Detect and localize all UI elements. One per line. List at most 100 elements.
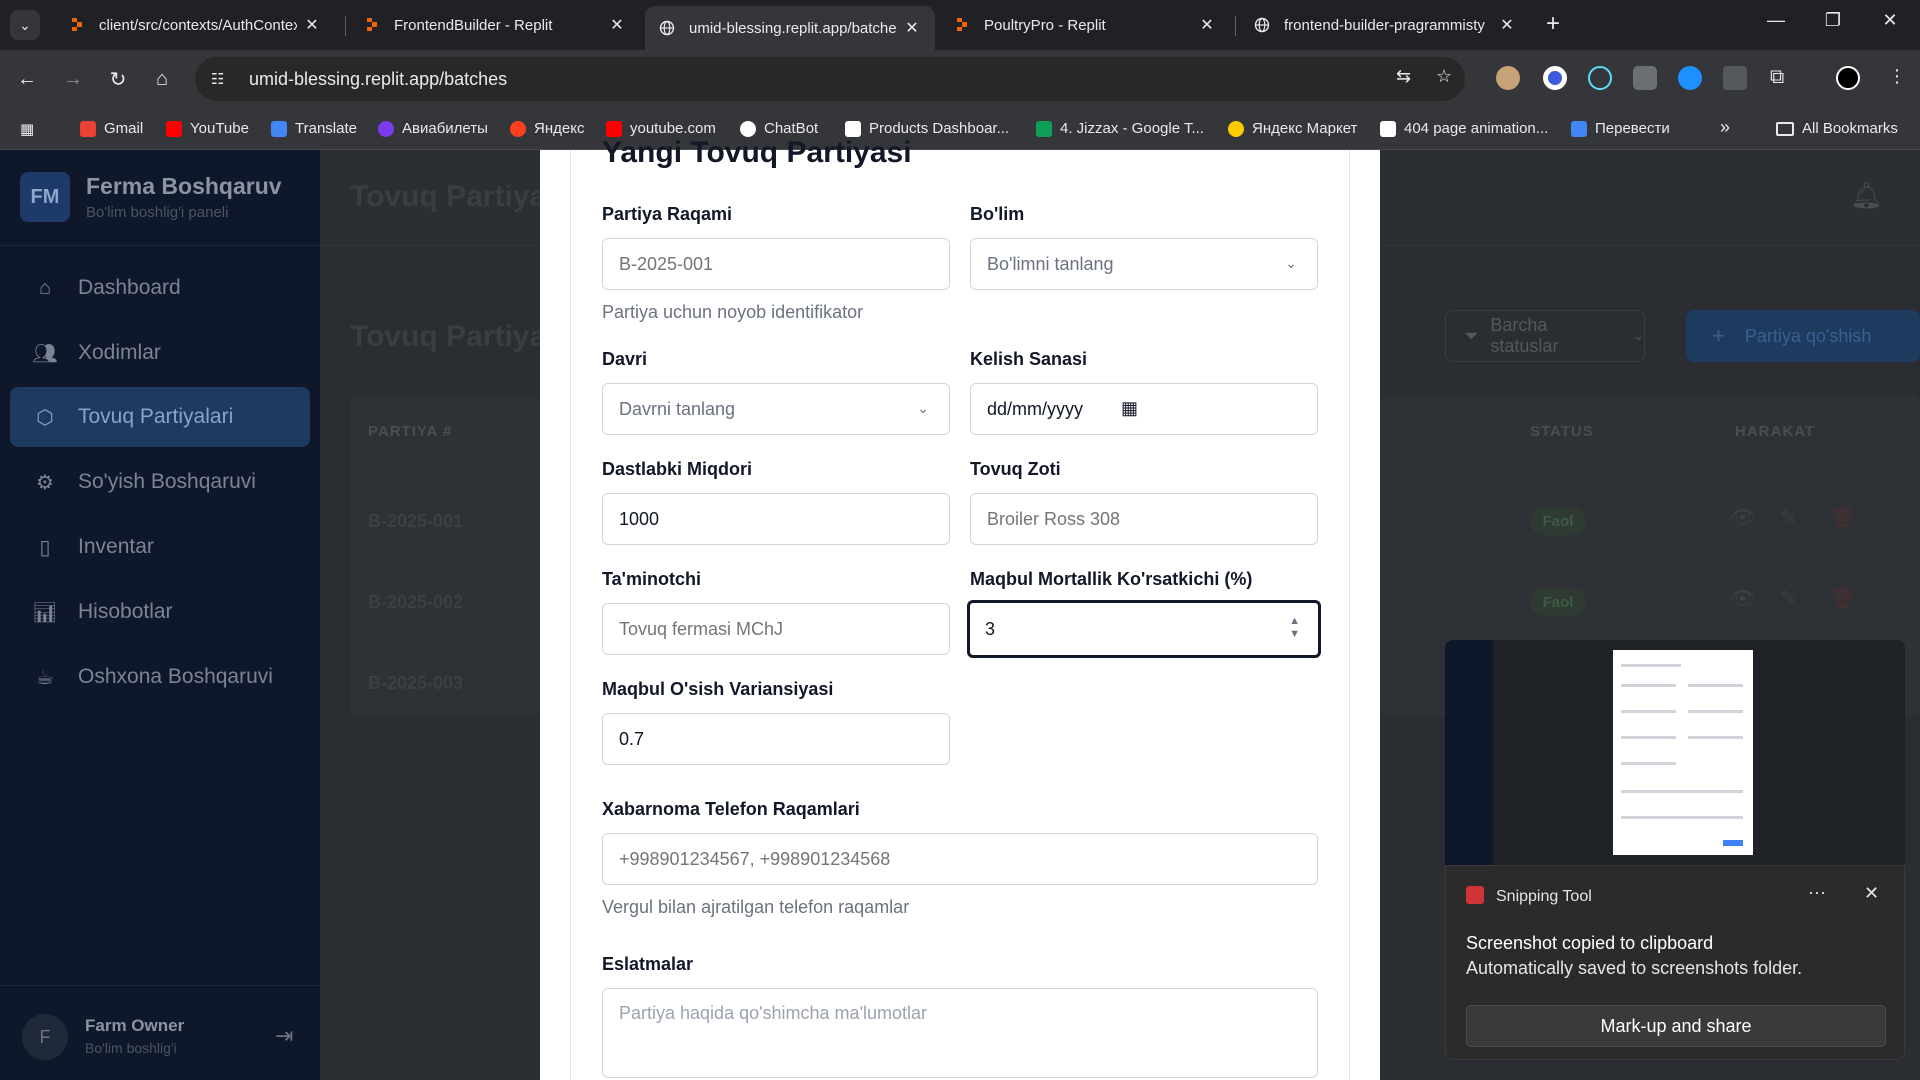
sidebar-item-label: Hisobotlar <box>78 600 173 623</box>
globe-icon <box>659 20 675 36</box>
react-devtools-icon[interactable] <box>1588 66 1612 90</box>
close-tab-icon[interactable]: ✕ <box>608 15 626 35</box>
folder-icon <box>1776 121 1794 136</box>
phones-input[interactable] <box>602 833 1318 885</box>
bookmark-aviabilety[interactable]: Авиабилеты <box>378 120 488 137</box>
more-bookmarks-icon[interactable]: » <box>1720 117 1730 138</box>
notification-heading: Screenshot copied to clipboard <box>1466 933 1714 953</box>
sidebar-item-hisobotlar[interactable]: 📊︎ Hisobotlar <box>10 582 310 642</box>
apps-grid-icon[interactable]: ▦ <box>20 120 34 138</box>
sidebar-item-xodimlar[interactable]: 👥︎ Xodimlar <box>10 323 310 383</box>
notification-app-name: Snipping Tool <box>1496 888 1592 905</box>
forward-icon[interactable]: → <box>58 64 88 94</box>
sidebar-item-tovuq-partiyalari[interactable]: ⬡ Tovuq Partiyalari <box>10 387 310 447</box>
extensions-puzzle-icon[interactable]: ⧉ <box>1770 66 1784 89</box>
bookmark-yandex-market[interactable]: Яндекс Маркет <box>1228 120 1357 137</box>
pencil-icon[interactable]: ✎ <box>1780 505 1797 530</box>
browser-tab-3-active[interactable]: umid-blessing.replit.app/batche ✕ <box>645 6 935 50</box>
breed-input[interactable] <box>970 493 1318 545</box>
bookmark-yandex[interactable]: Яндекс <box>510 120 584 137</box>
markup-share-button[interactable]: Mark-up and share <box>1466 1005 1886 1047</box>
period-select[interactable]: Davrni tanlang ⌄ <box>602 383 950 435</box>
star-icon[interactable]: ☆ <box>1436 66 1452 87</box>
chevron-down-icon: ⌄ <box>19 16 31 33</box>
home-icon: ⌂ <box>38 276 52 299</box>
calendar-icon[interactable]: ▦ <box>1121 398 1138 419</box>
sidebar-item-dashboard[interactable]: ⌂ Dashboard <box>10 258 310 318</box>
notes-textarea[interactable]: Partiya haqida qo'shimcha ma'lumotlar <box>602 988 1318 1078</box>
site-info-icon[interactable]: ☷ <box>211 70 231 88</box>
bookmark-404-animation[interactable]: 404 page animation... <box>1380 120 1548 137</box>
close-tab-icon[interactable]: ✕ <box>1198 15 1216 35</box>
new-tab-button[interactable]: + <box>1546 10 1560 38</box>
browser-tab-1[interactable]: client/src/contexts/AuthContext ✕ <box>55 8 335 42</box>
sidebar-item-label: Dashboard <box>78 276 181 299</box>
section-label: Bo'lim <box>970 204 1025 224</box>
status-filter-select[interactable]: ⏷ Barcha statuslar ⌄ <box>1445 310 1645 362</box>
batch-number-input[interactable] <box>602 238 950 290</box>
close-tab-icon[interactable]: ✕ <box>903 18 921 38</box>
period-label: Davri <box>602 349 648 369</box>
close-tab-icon[interactable]: ✕ <box>1498 15 1516 35</box>
close-window-icon[interactable]: ✕ <box>1870 10 1910 31</box>
sidebar-item-soyish[interactable]: ⚙ So'yish Boshqaruvi <box>10 452 310 512</box>
supplier-input[interactable] <box>602 603 950 655</box>
extension-blue-icon[interactable] <box>1678 66 1702 90</box>
bookmark-products-dashboard[interactable]: Products Dashboar... <box>845 120 1009 137</box>
bookmark-label: Яндекс Маркет <box>1252 120 1358 137</box>
home-icon[interactable]: ⌂ <box>147 64 177 94</box>
bookmark-jizzax[interactable]: 4. Jizzax - Google T... <box>1036 120 1204 137</box>
browser-tab-5[interactable]: frontend-builder-pragrammisty ✕ <box>1240 8 1530 42</box>
thumbnail-line <box>1621 710 1676 713</box>
bar-chart-icon: 📊︎ <box>32 601 58 624</box>
thumbnail-line <box>1621 762 1676 765</box>
restore-icon[interactable]: ❐ <box>1813 10 1853 31</box>
section-select[interactable]: Bo'limni tanlang ⌄ <box>970 238 1318 290</box>
eye-icon[interactable]: 👁︎ <box>1730 586 1755 611</box>
browser-tab-4[interactable]: PoultryPro - Replit ✕ <box>940 8 1230 42</box>
close-tab-icon[interactable]: ✕ <box>303 15 321 35</box>
mortality-input[interactable]: 3 ▲ ▼ <box>967 600 1321 658</box>
bookmark-perevesti[interactable]: Перевести <box>1571 120 1670 137</box>
extension-record-icon[interactable] <box>1543 66 1567 90</box>
bookmark-label: ChatBot <box>764 120 819 137</box>
eye-icon[interactable]: 👁︎ <box>1730 505 1755 530</box>
trash-icon[interactable]: 🗑︎ <box>1830 586 1855 611</box>
growth-variance-input[interactable]: 0.7 <box>602 713 950 765</box>
minimize-icon[interactable]: — <box>1756 10 1796 31</box>
profile-avatar-icon[interactable] <box>1836 66 1860 90</box>
batch-number-label: Partiya Raqami <box>602 204 733 224</box>
translate-icon[interactable]: ⇆ <box>1396 66 1411 87</box>
all-bookmarks[interactable]: All Bookmarks <box>1776 120 1898 137</box>
extension-avatar-icon[interactable] <box>1496 66 1520 90</box>
menu-kebab-icon[interactable]: ⋮ <box>1888 66 1906 87</box>
sidebar-item-oshxona[interactable]: ☕︎ Oshxona Boshqaruvi <box>10 647 310 707</box>
address-bar[interactable]: ☷ umid-blessing.replit.app/batches <box>195 57 1465 101</box>
snipping-tool-icon <box>1466 886 1484 904</box>
extension-print-icon[interactable] <box>1723 66 1747 90</box>
more-options-icon[interactable]: ··· <box>1808 882 1826 903</box>
logout-icon[interactable]: ⇥ <box>275 1023 293 1049</box>
screenshot-thumbnail[interactable] <box>1445 640 1905 865</box>
thumbnail-line <box>1621 816 1743 819</box>
back-icon[interactable]: ← <box>12 64 42 94</box>
bell-icon[interactable]: 🔔︎ <box>1850 180 1883 211</box>
bookmark-translate[interactable]: Translate <box>271 120 357 137</box>
reload-icon[interactable]: ↻ <box>103 64 133 94</box>
sidebar-item-inventar[interactable]: ▯ Inventar <box>10 517 310 577</box>
pencil-icon[interactable]: ✎ <box>1780 586 1797 611</box>
bookmark-gmail[interactable]: Gmail <box>80 120 143 137</box>
add-batch-button[interactable]: + Partiya qo'shish <box>1686 310 1920 362</box>
close-icon[interactable]: ✕ <box>1864 883 1879 904</box>
extension-grid-icon[interactable] <box>1633 66 1657 90</box>
bookmark-youtube[interactable]: YouTube <box>166 120 249 137</box>
number-spinner-icon[interactable]: ▲ ▼ <box>1289 615 1300 641</box>
user-role: Bo'lim boshlig'i <box>85 1040 177 1056</box>
bookmark-chatbot[interactable]: ChatBot <box>740 120 818 137</box>
initial-quantity-input[interactable]: 1000 <box>602 493 950 545</box>
trash-icon[interactable]: 🗑︎ <box>1830 505 1855 530</box>
tab-search-button[interactable]: ⌄ <box>10 10 40 40</box>
bookmark-youtube-com[interactable]: youtube.com <box>606 120 716 137</box>
browser-tab-2[interactable]: FrontendBuilder - Replit ✕ <box>350 8 640 42</box>
arrival-date-input[interactable]: dd/mm/yyyy ▦ <box>970 383 1318 435</box>
